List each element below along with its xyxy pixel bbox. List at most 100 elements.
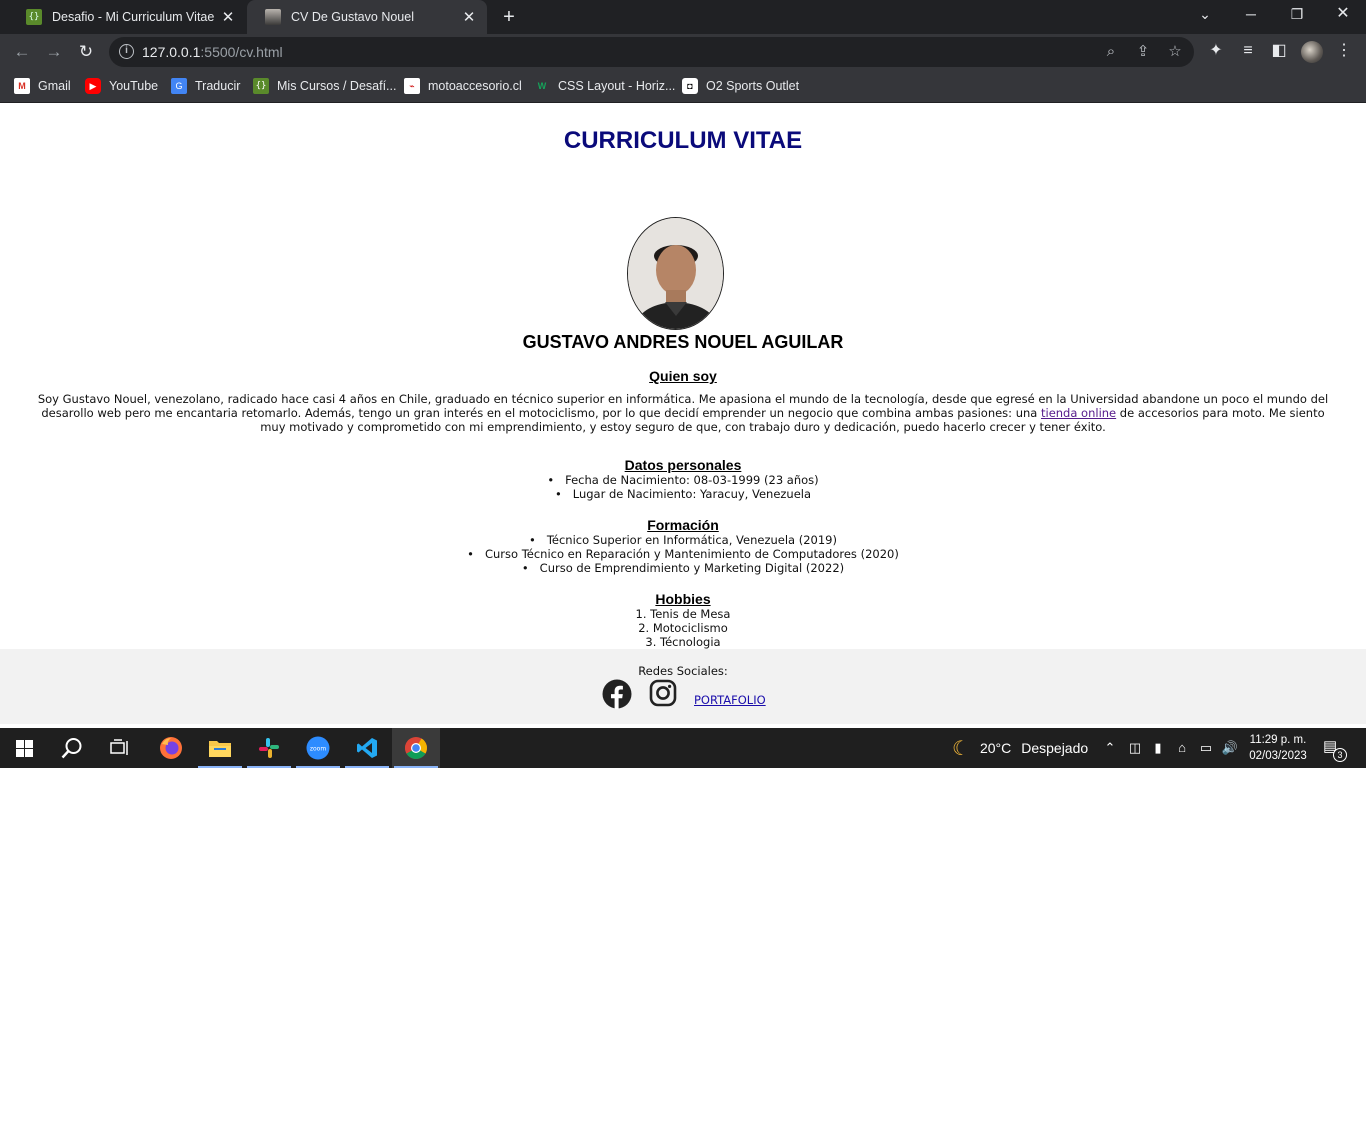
media-queue-icon[interactable]: ≡ (1237, 40, 1259, 62)
zoom-icon[interactable]: ⌕ (1101, 42, 1121, 62)
about-title: Quien soy (649, 368, 717, 384)
bookmark-o2-sports[interactable]: ◘ O2 Sports Outlet (682, 77, 799, 95)
search-icon (61, 738, 82, 759)
desafio-latam-icon: {} (253, 78, 269, 94)
chrome-app[interactable] (392, 728, 440, 768)
about-text: Soy Gustavo Nouel, venezolano, radicado … (37, 392, 1329, 434)
cv-page: CURRICULUM VITAE GUSTAVO ANDRES NOUEL AG… (0, 103, 1366, 724)
close-window-button[interactable]: ✕ (1320, 0, 1366, 30)
bookmark-motoaccesorio[interactable]: ⌁ motoaccesorio.cl (404, 77, 522, 95)
list-item: Curso de Emprendimiento y Marketing Digi… (0, 561, 1366, 575)
weather-text: Despejado (1021, 740, 1089, 756)
screen: {} Desafio - Mi Curriculum Vitae en ✕ CV… (0, 0, 1366, 1124)
instagram-icon[interactable] (649, 679, 677, 707)
personal-data-list: Fecha de Nacimiento: 08-03-1999 (23 años… (0, 473, 1366, 501)
back-arrow-icon[interactable]: ← (10, 40, 34, 64)
slack-icon (259, 738, 279, 758)
motoaccesorio-icon: ⌁ (404, 78, 420, 94)
list-item: 3. Técnologia (645, 635, 721, 649)
reload-icon[interactable]: ↻ (74, 40, 98, 64)
share-icon[interactable]: ⇪ (1133, 42, 1153, 62)
profile-avatar[interactable] (1301, 41, 1323, 63)
forward-arrow-icon[interactable]: → (42, 40, 66, 64)
new-tab-button[interactable]: + (497, 5, 521, 29)
vscode-app[interactable] (343, 728, 391, 768)
system-clock[interactable]: 11:29 p. m. 02/03/2023 (1247, 732, 1309, 764)
tab-desafio[interactable]: {} Desafio - Mi Curriculum Vitae en ✕ (8, 0, 246, 34)
firefox-icon (160, 737, 182, 759)
notification-count-badge: 3 (1333, 748, 1347, 762)
list-item: Técnico Superior en Informática, Venezue… (0, 533, 1366, 547)
portfolio-link[interactable]: PORTAFOLIO (694, 693, 766, 707)
file-explorer-app[interactable] (196, 728, 244, 768)
person-name: GUSTAVO ANDRES NOUEL AGUILAR (522, 332, 844, 352)
list-item: Fecha de Nacimiento: 08-03-1999 (23 años… (0, 473, 1366, 487)
minimize-button[interactable]: ─ (1228, 0, 1274, 30)
list-item: Lugar de Nacimiento: Yaracuy, Venezuela (0, 487, 1366, 501)
restore-button[interactable]: ❐ (1274, 0, 1320, 30)
network-icon[interactable]: ⌂ (1173, 739, 1191, 757)
battery-icon[interactable]: ▭ (1197, 739, 1215, 757)
bookmark-label: Gmail (38, 79, 71, 93)
more-menu-icon[interactable]: ⋮ (1333, 40, 1355, 62)
tab-title: Desafio - Mi Curriculum Vitae en (52, 10, 216, 24)
bookmark-label: Traducir (195, 79, 241, 93)
address-bar[interactable]: i 127.0.0.1:5500/cv.html ⌕ ⇪ ☆ (109, 37, 1194, 67)
taskbar: zoom ☾ 20°C Despejado ⌃ ◫ ▮ ⌂ ▭ 🔊 11:29 … (0, 728, 1366, 768)
url-text: 127.0.0.1:5500/cv.html (142, 44, 283, 60)
folder-icon (209, 741, 231, 757)
task-view-icon (110, 739, 128, 755)
side-panel-icon[interactable]: ◧ (1268, 40, 1290, 62)
search-button[interactable] (48, 728, 96, 768)
list-item: Curso Técnico en Reparación y Mantenimie… (0, 547, 1366, 561)
desafio-latam-icon: {} (26, 9, 42, 25)
facebook-icon[interactable] (602, 679, 632, 709)
notification-center-button[interactable]: ▤ 3 (1323, 737, 1347, 762)
online-store-link[interactable]: tienda online (1041, 406, 1116, 420)
bookmark-label: motoaccesorio.cl (428, 79, 522, 93)
profile-photo (627, 217, 724, 330)
show-hidden-icons-chevron-icon[interactable]: ⌃ (1101, 739, 1119, 757)
close-tab-icon[interactable]: ✕ (457, 8, 481, 26)
firefox-app[interactable] (147, 728, 195, 768)
education-title: Formación (647, 517, 719, 533)
gmail-icon: M (14, 78, 30, 94)
extensions-icon[interactable]: ✦ (1205, 40, 1227, 62)
zoom-app[interactable]: zoom (294, 728, 342, 768)
windows-icon (15, 739, 33, 757)
translate-icon: G (171, 78, 187, 94)
close-tab-icon[interactable]: ✕ (216, 8, 240, 26)
bookmark-mis-cursos[interactable]: {} Mis Cursos / Desafí... (253, 77, 396, 95)
tab-search-chevron-icon[interactable]: ⌄ (1182, 0, 1228, 30)
start-button[interactable] (0, 728, 48, 768)
volume-icon[interactable]: 🔊 (1221, 739, 1239, 757)
social-label: Redes Sociales: (638, 664, 728, 678)
profile-photo-icon (265, 9, 281, 25)
bookmark-youtube[interactable]: ▶ YouTube (85, 77, 158, 95)
bookmark-label: YouTube (109, 79, 159, 93)
bookmark-css-layout[interactable]: W CSS Layout - Horiz... (534, 77, 676, 95)
site-info-icon[interactable]: i (119, 44, 134, 59)
bookmark-star-icon[interactable]: ☆ (1165, 42, 1185, 62)
slack-app[interactable] (245, 728, 293, 768)
bookmark-gmail[interactable]: M Gmail (14, 77, 71, 95)
microphone-icon[interactable]: ▮ (1149, 739, 1167, 757)
youtube-icon: ▶ (85, 78, 101, 94)
bookmark-label: O2 Sports Outlet (706, 79, 800, 93)
tab-cv[interactable]: CV De Gustavo Nouel ✕ (247, 0, 487, 34)
bookmarks-bar: M Gmail ▶ YouTube G Traducir {} Mis Curs… (0, 70, 1366, 103)
tab-title: CV De Gustavo Nouel (291, 10, 414, 24)
zoom-icon: zoom (306, 736, 330, 760)
page-title: CURRICULUM VITAE (563, 127, 803, 154)
task-view-button[interactable] (96, 728, 144, 768)
browser-toolbar: ← → ↻ i 127.0.0.1:5500/cv.html ⌕ ⇪ ☆ (0, 34, 1366, 70)
personal-data-title: Datos personales (624, 457, 742, 473)
tab-strip: {} Desafio - Mi Curriculum Vitae en ✕ CV… (0, 0, 1366, 34)
education-list: Técnico Superior en Informática, Venezue… (0, 533, 1366, 575)
o2-icon: ◘ (682, 78, 698, 94)
w3-icon: W (537, 81, 547, 91)
weather-widget[interactable]: ☾ 20°C Despejado (952, 728, 1088, 768)
bookmark-traducir[interactable]: G Traducir (171, 77, 240, 95)
chrome-icon (405, 737, 427, 759)
camera-icon[interactable]: ◫ (1126, 739, 1144, 757)
